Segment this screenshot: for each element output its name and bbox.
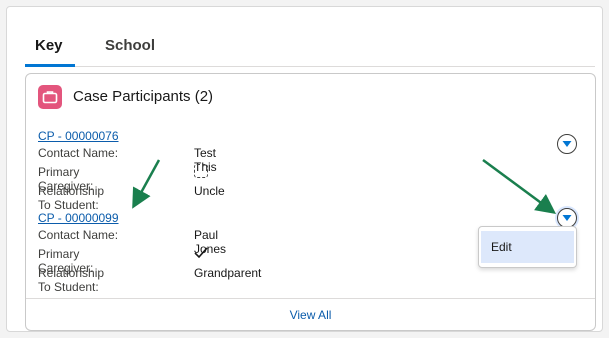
tab-key[interactable]: Key	[35, 37, 63, 54]
row-actions-menu: Edit	[478, 226, 577, 268]
active-tab-indicator	[25, 64, 75, 67]
case-participants-card: Case Participants (2) CP - 00000076 Cont…	[25, 73, 596, 331]
field-relationship: Relationship To Student: Grandparent	[38, 266, 262, 294]
checkmark-icon	[194, 247, 208, 259]
view-all-link[interactable]: View All	[290, 308, 332, 322]
card-title[interactable]: Case Participants (2)	[73, 88, 213, 105]
row-actions-button[interactable]	[557, 208, 577, 228]
tab-bar: Key School	[25, 7, 595, 67]
field-primary-caregiver: Primary Caregiver:	[38, 164, 208, 193]
record-link[interactable]: CP - 00000076	[38, 129, 119, 145]
unchecked-checkbox-icon	[194, 164, 208, 178]
menu-item-edit[interactable]: Edit	[481, 231, 574, 263]
participant-record: CP - 00000099 Contact Name: Paul Jones P…	[38, 211, 262, 294]
record-link[interactable]: CP - 00000099	[38, 211, 119, 227]
field-contact-name: Contact Name: Paul Jones	[38, 228, 227, 256]
field-relationship: Relationship To Student: Uncle	[38, 184, 225, 212]
chevron-down-icon	[562, 141, 572, 147]
participant-record: CP - 00000076 Contact Name: Test This Pr…	[38, 129, 225, 212]
tab-school[interactable]: School	[105, 37, 155, 54]
field-contact-name: Contact Name: Test This	[38, 146, 217, 174]
main-panel: Key School Case Participants (2) CP - 00…	[6, 6, 603, 332]
row-actions-button[interactable]	[557, 134, 577, 154]
chevron-down-icon	[562, 215, 572, 221]
card-footer: View All	[26, 298, 595, 330]
briefcase-icon	[38, 85, 62, 109]
field-primary-caregiver: Primary Caregiver:	[38, 246, 208, 275]
